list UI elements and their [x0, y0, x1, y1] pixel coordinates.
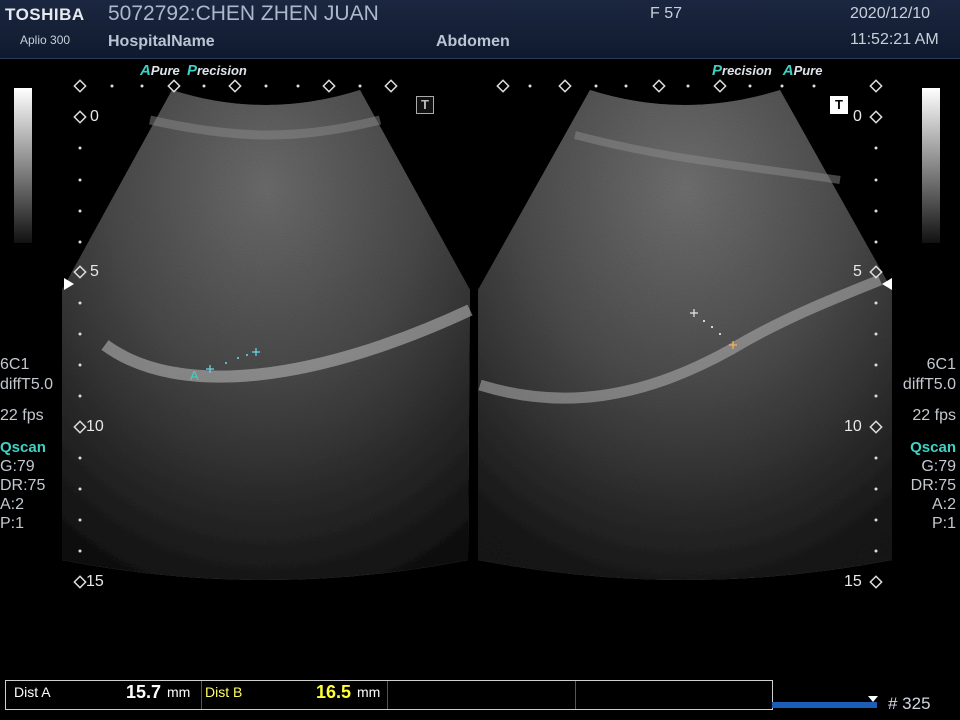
cine-position-marker-icon[interactable]	[868, 696, 878, 702]
right-t-marker-icon[interactable]: T	[830, 96, 848, 114]
left-depth-10: 10	[86, 418, 104, 435]
left-depth-15: 15	[86, 573, 104, 590]
left-scan-params: Qscan G:79 DR:75 A:2 P:1	[0, 439, 46, 532]
left-t-marker-icon[interactable]: T	[416, 96, 434, 114]
empty-cell-1	[388, 681, 576, 709]
left-probe-info: 6C1 diffT5.0 22 fps	[0, 356, 54, 424]
left-grayscale-bar	[14, 88, 32, 243]
right-depth-15: 15	[844, 573, 862, 590]
right-scan-params: Qscan G:79 DR:75 A:2 P:1	[910, 439, 956, 532]
dist-b-unit: mm	[357, 684, 381, 700]
dist-a-unit: mm	[167, 684, 191, 700]
caliper-a-label: A	[190, 368, 199, 383]
right-grayscale-bar	[922, 88, 940, 243]
right-probe-info: 6C1 diffT5.0 22 fps	[902, 356, 956, 424]
ultrasound-images	[62, 79, 892, 589]
dist-b-cell[interactable]: Dist B 16.5 mm	[202, 681, 388, 709]
right-depth-0: 0	[853, 108, 862, 125]
right-precision-apure-label: Precision APure	[712, 62, 823, 79]
left-apure-precision-label: APure Precision	[140, 62, 247, 79]
left-depth-5: 5	[90, 263, 99, 280]
right-depth-10: 10	[844, 418, 862, 435]
dist-a-cell[interactable]: Dist A 15.7 mm	[6, 681, 202, 709]
left-depth-0: 0	[90, 108, 99, 125]
empty-cell-2	[576, 681, 772, 709]
right-depth-5: 5	[853, 263, 862, 280]
measurement-results-bar: Dist A 15.7 mm Dist B 16.5 mm	[5, 680, 773, 710]
dist-a-value: 15.7	[126, 682, 162, 702]
dist-b-label: Dist B	[205, 684, 243, 700]
dist-a-label: Dist A	[14, 684, 51, 700]
dist-b-value: 16.5	[316, 682, 352, 702]
right-scan-sector	[478, 90, 892, 580]
frame-number: # 325	[888, 694, 931, 713]
cine-progress-bar[interactable]	[772, 702, 877, 708]
